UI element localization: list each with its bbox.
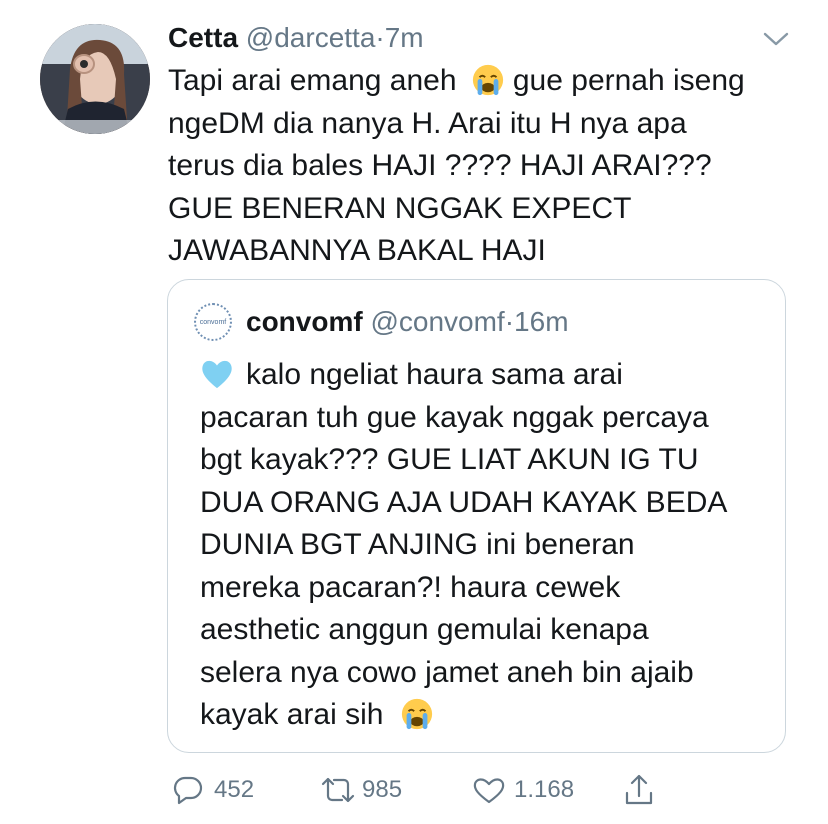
- author-avatar[interactable]: [40, 24, 150, 134]
- retweet-icon: [321, 777, 355, 803]
- like-button[interactable]: 1.168: [472, 770, 574, 810]
- quoted-handle[interactable]: @convomf: [370, 306, 504, 337]
- tweet-text: Tapi arai emang aneh gue pernah iseng ng…: [168, 60, 808, 273]
- tweet-line-4: GUE BENERAN NGGAK EXPECT: [168, 191, 632, 225]
- quoted-line-7: aesthetic anggun gemulai kenapa: [200, 613, 649, 646]
- quoted-tweet-header: convomf @convomf·16m: [246, 304, 569, 340]
- like-count: 1.168: [514, 776, 575, 803]
- retweet-button[interactable]: 985: [318, 770, 402, 810]
- tweet-action-bar: 452 985 1.168: [168, 770, 668, 810]
- reply-button[interactable]: 452: [172, 770, 254, 810]
- quoted-line-9: kayak arai sih: [200, 694, 770, 737]
- tweet-line-1: Tapi arai emang aneh gue pernah iseng: [168, 64, 745, 97]
- quoted-tweet-card[interactable]: convomf convomf @convomf·16m kalo ngelia…: [167, 279, 786, 753]
- tweet-line-2: ngeDM dia nanya H. Arai itu H nya apa: [168, 106, 687, 140]
- header-separator: ·: [375, 22, 385, 53]
- quoted-author-avatar[interactable]: convomf: [194, 303, 232, 341]
- quoted-line-1: kalo ngeliat haura sama arai: [200, 354, 770, 397]
- chevron-down-icon[interactable]: [762, 30, 790, 48]
- heart-icon: [473, 778, 505, 804]
- tweet-header: Cetta @darcetta·7m: [168, 20, 424, 56]
- quoted-line-4: DUA ORANG AJA UDAH KAYAK BEDA: [200, 485, 728, 519]
- avatar-photo: [40, 24, 150, 134]
- share-button[interactable]: [622, 770, 656, 810]
- quoted-header-separator: ·: [504, 306, 515, 337]
- quoted-line-5: DUNIA BGT ANJING ini beneran: [200, 528, 635, 561]
- author-handle[interactable]: @darcetta: [246, 22, 376, 53]
- share-icon: [625, 774, 653, 805]
- crying-face-emoji-icon: [472, 64, 503, 96]
- tweet-timestamp[interactable]: 7m: [385, 22, 424, 53]
- retweet-count: 985: [362, 776, 403, 803]
- quoted-display-name[interactable]: convomf: [246, 306, 363, 337]
- quoted-timestamp[interactable]: 16m: [514, 306, 568, 337]
- light-blue-heart-emoji-icon: [202, 360, 232, 389]
- quoted-avatar-label: convomf: [199, 318, 227, 326]
- tweet-line-5: JAWABANNYA BAKAL HAJI: [168, 234, 546, 267]
- quoted-line-8: selera nya cowo jamet aneh bin ajaib: [200, 655, 694, 689]
- quoted-line-6: mereka pacaran?! haura cewek: [200, 570, 621, 604]
- quoted-line-2: pacaran tuh gue kayak nggak percaya: [200, 400, 709, 434]
- quoted-tweet-text: kalo ngeliat haura sama arai pacaran tuh…: [200, 354, 770, 737]
- quoted-line-3: bgt kayak??? GUE LIAT AKUN IG TU: [200, 443, 699, 476]
- reply-icon: [173, 776, 203, 805]
- author-display-name[interactable]: Cetta: [168, 22, 238, 53]
- crying-face-emoji-icon: [401, 698, 432, 730]
- reply-count: 452: [214, 776, 255, 803]
- tweet-line-3: terus dia bales HAJI ???? HAJI ARAI???: [168, 149, 712, 182]
